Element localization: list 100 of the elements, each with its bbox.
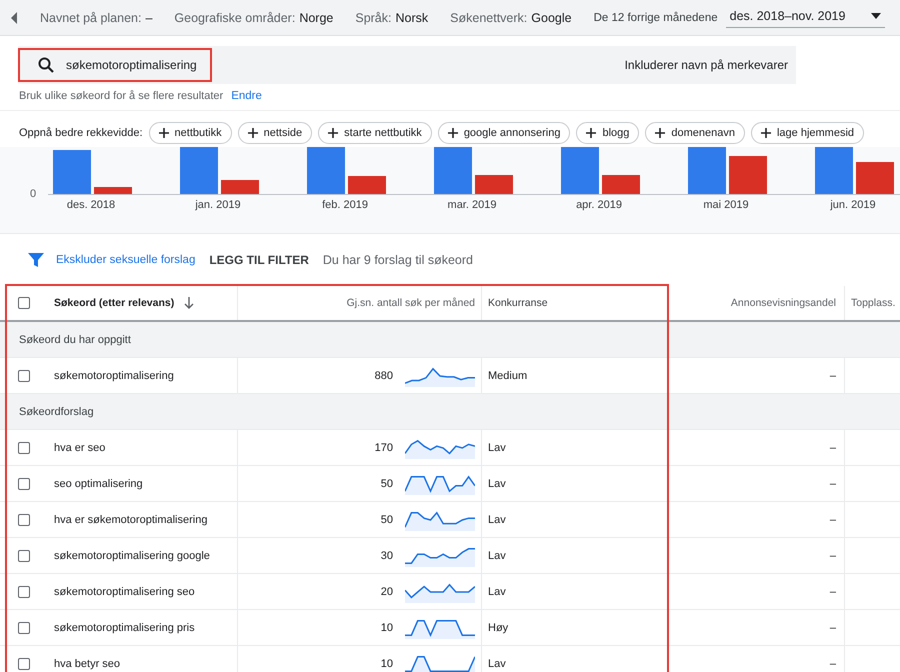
column-header[interactable]: Konkurranse <box>488 297 548 309</box>
plus-icon <box>586 128 596 138</box>
bar <box>94 187 132 194</box>
suggestion-chip[interactable]: lage hjemmesid <box>750 122 864 144</box>
plus-icon <box>448 128 458 138</box>
checkbox[interactable] <box>18 297 30 309</box>
keyword-cell: søkemotoroptimalisering seo <box>54 586 195 598</box>
checkbox[interactable] <box>18 514 30 526</box>
column-header[interactable]: Topplass. <box>851 297 896 309</box>
search-icon <box>38 57 54 73</box>
suggestion-chip[interactable]: domenenavn <box>645 122 745 144</box>
axis-label: 0 <box>30 188 36 200</box>
month-label: des. 2018 <box>66 199 116 211</box>
month-label: apr. 2019 <box>575 199 623 211</box>
brand-option[interactable]: Inkluderer navn på merkevarer <box>624 58 788 72</box>
month-label: mai 2019 <box>702 199 750 211</box>
searches-cell: 10 <box>380 658 393 670</box>
searches-cell: 30 <box>380 550 393 562</box>
trend-sparkline <box>405 472 475 494</box>
field-value: Google <box>531 10 572 24</box>
bar <box>602 175 640 194</box>
bar <box>434 147 472 194</box>
suggestion-chip[interactable]: nettside <box>238 122 312 144</box>
keyword-cell: hva er seo <box>54 442 106 454</box>
competition-cell: Høy <box>488 622 508 634</box>
suggestion-chip[interactable]: google annonsering <box>438 122 570 144</box>
checkbox[interactable] <box>18 370 30 382</box>
add-filter-button[interactable]: LEGG TIL FILTER <box>207 253 311 267</box>
bar <box>688 147 726 194</box>
bar <box>180 147 218 194</box>
month-label: mar. 2019 <box>446 199 498 211</box>
bar <box>815 147 853 194</box>
share-cell: – <box>830 658 836 670</box>
column-header[interactable]: Gj.sn. antall søk per måned <box>346 297 475 309</box>
checkbox[interactable] <box>18 586 30 598</box>
checkbox[interactable] <box>18 478 30 490</box>
searches-cell: 50 <box>380 478 393 490</box>
keyword-cell: hva er søkemotoroptimalisering <box>54 514 208 526</box>
checkbox[interactable] <box>18 658 30 670</box>
keyword-cell: seo optimalisering <box>54 478 143 490</box>
competition-cell: Lav <box>488 514 506 526</box>
field-label: Navnet på planen: <box>40 10 142 24</box>
back-arrow-icon[interactable] <box>10 12 18 24</box>
keyword-cell: søkemotoroptimalisering pris <box>54 622 195 634</box>
bar <box>307 147 345 194</box>
share-cell: – <box>830 586 836 598</box>
bar <box>856 162 894 194</box>
exclude-link[interactable]: Ekskluder seksuelle forslag <box>56 254 196 266</box>
plus-icon <box>760 128 771 138</box>
field-label: Geografiske områder: <box>174 10 296 24</box>
share-cell: – <box>830 442 836 454</box>
plus-icon <box>328 128 338 138</box>
bar <box>53 150 91 194</box>
date-range-dropdown[interactable]: des. 2018–nov. 2019 <box>726 7 886 28</box>
plus-icon <box>248 128 258 138</box>
hint-text: Bruk ulike søkeord for å se flere resultater <box>19 90 224 104</box>
keyword-cell: hva betyr seo <box>54 658 120 670</box>
plus-icon <box>655 128 666 138</box>
funnel-icon[interactable] <box>28 252 44 268</box>
suggestion-chip[interactable]: blogg <box>576 122 640 144</box>
group-title: Søkeordforslag <box>19 406 94 418</box>
competition-cell: Lav <box>488 658 506 670</box>
field-label: Søkenettverk: <box>450 10 528 24</box>
column-header[interactable]: Søkeord (etter relevans) <box>54 297 174 309</box>
share-cell: – <box>830 622 836 634</box>
searches-cell: 880 <box>374 370 393 382</box>
field-value: Norge <box>299 10 334 24</box>
field-value: Norsk <box>396 10 428 24</box>
suggestions-label: Oppnå bedre rekkevidde: <box>19 127 143 139</box>
search-field[interactable]: søkemotoroptimalisering <box>18 48 212 82</box>
field-label: De 12 forrige månedene <box>594 12 718 24</box>
searches-cell: 10 <box>380 622 393 634</box>
share-cell: – <box>830 370 836 382</box>
field-label: Språk: <box>355 10 392 24</box>
competition-cell: Lav <box>488 550 506 562</box>
bar <box>348 176 386 194</box>
suggestion-chip[interactable]: nettbutikk <box>148 122 232 144</box>
month-label: jan. 2019 <box>194 199 242 211</box>
bar <box>729 156 767 194</box>
checkbox[interactable] <box>18 442 30 454</box>
plus-icon <box>158 128 169 138</box>
trend-sparkline <box>405 508 475 530</box>
bar <box>475 175 513 194</box>
competition-cell: Lav <box>488 586 506 598</box>
share-cell: – <box>830 478 836 490</box>
searches-cell: 20 <box>380 586 393 598</box>
checkbox[interactable] <box>18 622 30 634</box>
month-label: jun. 2019 <box>829 199 877 211</box>
bar <box>221 180 259 194</box>
suggestion-count: Du har 9 forslag til søkeord <box>322 253 473 267</box>
share-cell: – <box>830 514 836 526</box>
suggestion-chip[interactable]: starte nettbutikk <box>318 122 432 144</box>
group-title: Søkeord du har oppgitt <box>19 334 131 346</box>
bar <box>561 147 599 194</box>
searches-cell: 50 <box>380 514 393 526</box>
change-link[interactable]: Endre <box>231 90 262 110</box>
checkbox[interactable] <box>18 550 30 562</box>
column-header[interactable]: Annonsevisningsandel <box>730 297 836 309</box>
caret-icon <box>871 13 882 19</box>
sort-arrow-icon[interactable] <box>184 297 194 309</box>
